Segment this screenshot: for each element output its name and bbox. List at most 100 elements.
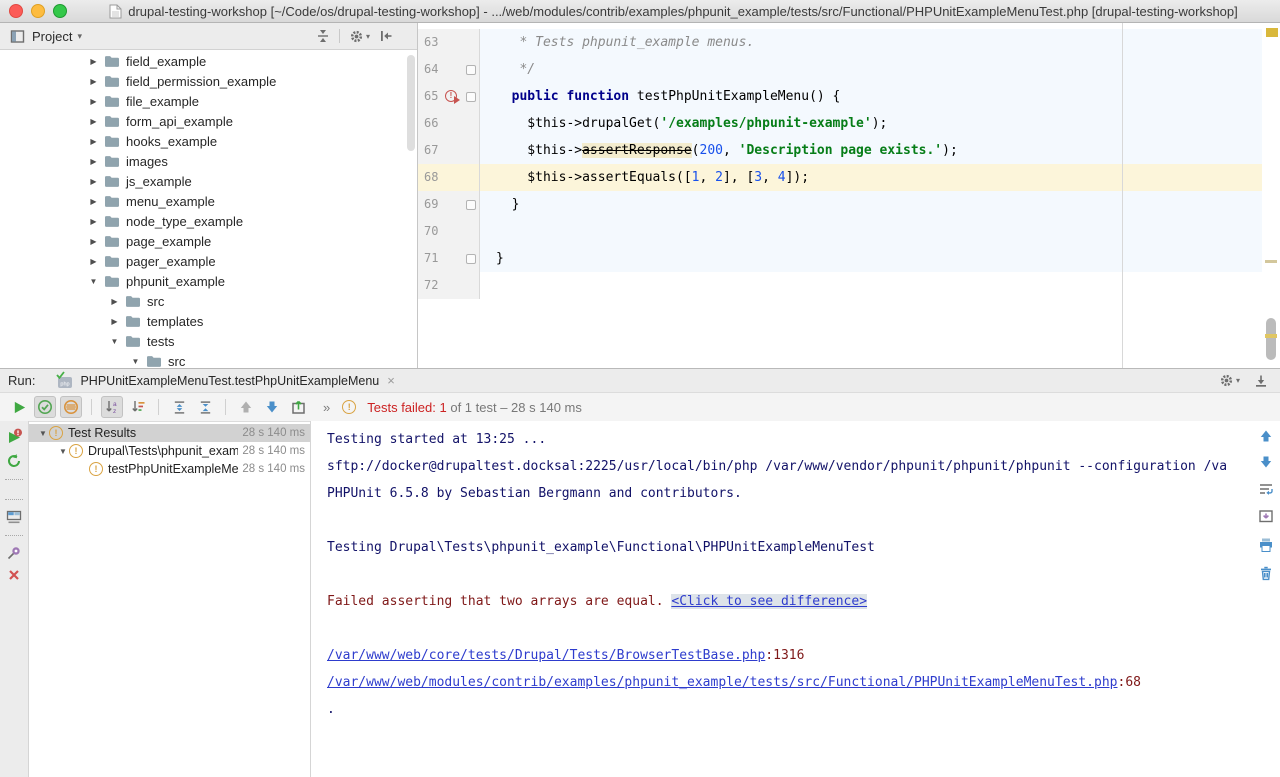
chevron-collapsed-icon[interactable]: ▶ bbox=[109, 297, 120, 306]
chevron-expanded-icon[interactable]: ▼ bbox=[37, 429, 49, 438]
restore-layout-button[interactable] bbox=[6, 509, 22, 525]
inspection-indicator[interactable] bbox=[1266, 28, 1278, 37]
run-tab[interactable]: php PHPUnitExampleMenuTest.testPhpUnitEx… bbox=[51, 369, 400, 392]
chevron-collapsed-icon[interactable]: ▶ bbox=[88, 217, 99, 226]
code-line[interactable]: 65! public function testPhpUnitExampleMe… bbox=[418, 83, 1280, 110]
project-scrollbar[interactable] bbox=[407, 55, 415, 151]
run-tab-bar: Run: php PHPUnitExampleMenuTest.testPhpU… bbox=[0, 369, 1280, 393]
pin-icon[interactable] bbox=[6, 545, 22, 561]
zoom-window-button[interactable] bbox=[53, 4, 67, 18]
chevron-expanded-icon[interactable]: ▼ bbox=[88, 277, 99, 286]
code-line[interactable]: 67 $this->assertResponse(200, 'Descripti… bbox=[418, 137, 1280, 164]
trash-icon[interactable] bbox=[1258, 565, 1274, 581]
scroll-to-end-icon[interactable] bbox=[1258, 509, 1274, 525]
chevron-collapsed-icon[interactable]: ▶ bbox=[88, 117, 99, 126]
print-icon[interactable] bbox=[1258, 537, 1274, 553]
tree-item[interactable]: ▼phpunit_example bbox=[0, 271, 417, 291]
tree-item[interactable]: ▶images bbox=[0, 151, 417, 171]
toolbar-overflow-chevron[interactable]: » bbox=[323, 400, 330, 415]
tree-item[interactable]: ▶hooks_example bbox=[0, 131, 417, 151]
tree-item[interactable]: ▶src bbox=[0, 291, 417, 311]
tree-item[interactable]: ▶templates bbox=[0, 311, 417, 331]
tree-item[interactable]: ▶js_example bbox=[0, 171, 417, 191]
rerun-test-button[interactable] bbox=[6, 453, 22, 469]
folder-icon bbox=[104, 274, 120, 288]
test-tree-row[interactable]: !testPhpUnitExampleMenu28 s 140 ms bbox=[29, 460, 310, 478]
collapse-all-button[interactable] bbox=[194, 396, 216, 418]
chevron-collapsed-icon[interactable]: ▶ bbox=[88, 77, 99, 86]
close-icon[interactable] bbox=[7, 568, 21, 582]
soft-wrap-icon[interactable] bbox=[1258, 481, 1274, 497]
code-line[interactable]: 64 */ bbox=[418, 56, 1280, 83]
code-line[interactable]: 66 $this->drupalGet('/examples/phpunit-e… bbox=[418, 110, 1280, 137]
tree-item[interactable]: ▶menu_example bbox=[0, 191, 417, 211]
chevron-collapsed-icon[interactable]: ▶ bbox=[88, 157, 99, 166]
tree-item[interactable]: ▼tests bbox=[0, 331, 417, 351]
tree-item[interactable]: ▶page_example bbox=[0, 231, 417, 251]
down-arrow-icon[interactable] bbox=[1259, 455, 1273, 469]
console-text: :1316 bbox=[765, 648, 804, 663]
code-line[interactable]: 71} bbox=[418, 245, 1280, 272]
show-passed-toggle[interactable] bbox=[34, 396, 56, 418]
test-tree-row[interactable]: ▼!Test Results28 s 140 ms bbox=[29, 424, 310, 442]
toolbar-separator bbox=[5, 499, 23, 500]
chevron-expanded-icon[interactable]: ▼ bbox=[57, 447, 69, 456]
close-icon[interactable]: × bbox=[387, 373, 395, 388]
code-line[interactable]: 68 $this->assertEquals([1, 2], [3, 4]); bbox=[418, 164, 1280, 191]
chevron-expanded-icon[interactable]: ▼ bbox=[109, 337, 120, 346]
chevron-expanded-icon[interactable]: ▼ bbox=[130, 357, 141, 366]
editor[interactable]: 63 * Tests phpunit_example menus.64 */65… bbox=[418, 23, 1280, 368]
next-failed-test-button[interactable] bbox=[261, 396, 283, 418]
fold-marker-icon[interactable] bbox=[466, 200, 476, 210]
run-button[interactable] bbox=[8, 396, 30, 418]
fold-marker-icon[interactable] bbox=[466, 254, 476, 264]
code-line[interactable]: 70 bbox=[418, 218, 1280, 245]
code-line[interactable]: 72 bbox=[418, 272, 1280, 299]
previous-failed-test-button[interactable] bbox=[235, 396, 257, 418]
code-line[interactable]: 69 } bbox=[418, 191, 1280, 218]
warning-stripe-mark[interactable] bbox=[1265, 260, 1277, 263]
scroll-from-source-button[interactable] bbox=[316, 29, 330, 43]
expand-all-button[interactable] bbox=[168, 396, 190, 418]
rerun-failed-tests-button[interactable] bbox=[5, 428, 23, 446]
tree-item[interactable]: ▶pager_example bbox=[0, 251, 417, 271]
show-ignored-toggle[interactable] bbox=[60, 396, 82, 418]
chevron-collapsed-icon[interactable]: ▶ bbox=[88, 97, 99, 106]
tree-item[interactable]: ▶field_example bbox=[0, 51, 417, 71]
sort-by-duration-toggle[interactable] bbox=[127, 396, 149, 418]
test-console[interactable]: Testing started at 13:25 ...sftp://docke… bbox=[311, 421, 1252, 777]
sort-alphabetically-toggle[interactable]: az bbox=[101, 396, 123, 418]
tree-item[interactable]: ▶field_permission_example bbox=[0, 71, 417, 91]
chevron-collapsed-icon[interactable]: ▶ bbox=[88, 237, 99, 246]
console-link[interactable]: <Click to see difference> bbox=[671, 594, 867, 609]
close-window-button[interactable] bbox=[9, 4, 23, 18]
toolbar-separator bbox=[5, 535, 23, 536]
hide-panel-icon[interactable] bbox=[1254, 374, 1268, 388]
up-arrow-icon[interactable] bbox=[1259, 429, 1273, 443]
tree-item[interactable]: ▶node_type_example bbox=[0, 211, 417, 231]
rerun-failed-test-gutter-icon[interactable]: ! bbox=[445, 90, 461, 103]
import-export-test-results-button[interactable] bbox=[287, 396, 309, 418]
console-link[interactable]: /var/www/web/modules/contrib/examples/ph… bbox=[327, 675, 1118, 690]
editor-scrollbar[interactable] bbox=[1266, 318, 1276, 360]
hide-panel-icon[interactable] bbox=[379, 29, 393, 43]
code-line[interactable]: 63 * Tests phpunit_example menus. bbox=[418, 29, 1280, 56]
fold-marker-icon[interactable] bbox=[466, 92, 476, 102]
chevron-collapsed-icon[interactable]: ▶ bbox=[109, 317, 120, 326]
tree-item[interactable]: ▼src bbox=[0, 351, 417, 368]
chevron-collapsed-icon[interactable]: ▶ bbox=[88, 137, 99, 146]
chevron-collapsed-icon[interactable]: ▶ bbox=[88, 57, 99, 66]
project-panel-title[interactable]: Project bbox=[32, 29, 72, 44]
minimize-window-button[interactable] bbox=[31, 4, 45, 18]
console-link[interactable]: /var/www/web/core/tests/Drupal/Tests/Bro… bbox=[327, 648, 765, 663]
gear-icon[interactable]: ▾ bbox=[349, 29, 370, 44]
chevron-collapsed-icon[interactable]: ▶ bbox=[88, 177, 99, 186]
tree-item[interactable]: ▶file_example bbox=[0, 91, 417, 111]
chevron-collapsed-icon[interactable]: ▶ bbox=[88, 197, 99, 206]
fold-marker-icon[interactable] bbox=[466, 65, 476, 75]
test-tree-row[interactable]: ▼!Drupal\Tests\phpunit_example\Functiona… bbox=[29, 442, 310, 460]
chevron-down-icon[interactable]: ▾ bbox=[77, 31, 82, 42]
tree-item[interactable]: ▶form_api_example bbox=[0, 111, 417, 131]
chevron-collapsed-icon[interactable]: ▶ bbox=[88, 257, 99, 266]
gear-icon[interactable]: ▾ bbox=[1219, 373, 1240, 388]
